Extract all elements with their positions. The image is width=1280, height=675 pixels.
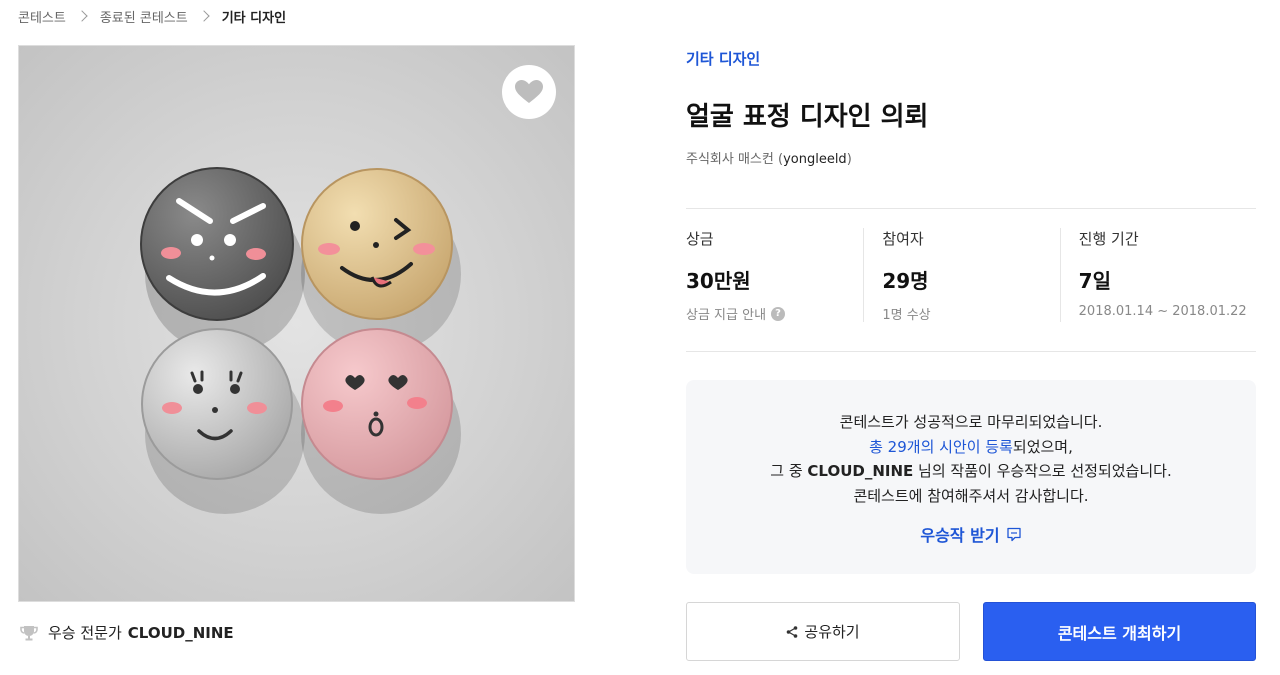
emoji-badges-illustration bbox=[140, 167, 461, 514]
stat-participants-label: 참여자 bbox=[882, 230, 924, 248]
breadcrumb-contest[interactable]: 콘테스트 bbox=[18, 7, 66, 26]
winner-info: 우승 전문가 CLOUD_NINE bbox=[20, 622, 234, 643]
notice-line-3: 그 중 CLOUD_NINE 님의 작품이 우승작으로 선정되었습니다. bbox=[686, 459, 1256, 484]
notice-line-1: 콘테스트가 성공적으로 마무리되었습니다. bbox=[839, 413, 1103, 431]
divider bbox=[686, 351, 1256, 352]
question-icon[interactable]: ? bbox=[771, 306, 786, 321]
chevron-right-icon bbox=[76, 10, 88, 22]
contest-complete-notice: 콘테스트가 성공적으로 마무리되었습니다. 총 29개의 시안이 등록되었으며,… bbox=[686, 380, 1256, 574]
notice-line-4: 콘테스트에 참여해주셔서 감사합니다. bbox=[853, 486, 1089, 505]
stat-period: 진행 기간 7일 2018.01.14 ~ 2018.01.22 bbox=[1059, 228, 1256, 324]
host-contest-button[interactable]: 콘테스트 개최하기 bbox=[983, 602, 1256, 661]
notice-line-3-pre: 그 중 bbox=[770, 462, 808, 480]
notice-line-2: 총 29개의 시안이 등록되었으며, bbox=[686, 435, 1256, 460]
stat-period-label: 진행 기간 bbox=[1078, 230, 1139, 248]
contest-image[interactable] bbox=[18, 45, 575, 602]
breadcrumb: 콘테스트 종료된 콘테스트 기타 디자인 bbox=[18, 6, 286, 26]
chat-bubble-icon bbox=[1006, 527, 1022, 542]
receive-label: 우승작 받기 bbox=[920, 526, 1000, 545]
trophy-icon bbox=[20, 625, 38, 641]
stat-participants-sub: 1명 수상 bbox=[882, 308, 931, 323]
stat-prize: 상금 30만원 상금 지급 안내 ? bbox=[686, 228, 863, 324]
host-id[interactable]: yongleeld bbox=[783, 152, 847, 167]
stat-prize-label: 상금 bbox=[686, 230, 714, 248]
contest-host: 주식회사 매스컨 (yongleeld) bbox=[686, 148, 852, 167]
contest-stats: 상금 30만원 상금 지급 안내 ? 참여자 29명 1명 수상 진행 기간 7… bbox=[686, 228, 1256, 324]
stat-participants-value: 29명 bbox=[882, 269, 929, 293]
host-id-close: ) bbox=[846, 152, 852, 167]
host-contest-label: 콘테스트 개최하기 bbox=[1057, 623, 1182, 643]
divider bbox=[686, 208, 1256, 209]
notice-line-2-rest: 되었으며, bbox=[1012, 437, 1073, 456]
breadcrumb-current: 기타 디자인 bbox=[221, 10, 287, 26]
stat-prize-value: 30만원 bbox=[686, 269, 751, 293]
breadcrumb-ended-contest[interactable]: 종료된 콘테스트 bbox=[100, 7, 188, 26]
receive-winning-work-button[interactable]: 우승작 받기 bbox=[920, 522, 1021, 546]
share-label: 공유하기 bbox=[804, 623, 860, 641]
heart-icon bbox=[515, 80, 543, 103]
host-company: 주식회사 매스컨 bbox=[686, 152, 774, 167]
stat-period-sub: 2018.01.14 ~ 2018.01.22 bbox=[1078, 304, 1247, 319]
contest-category[interactable]: 기타 디자인 bbox=[686, 48, 760, 69]
favorite-button[interactable] bbox=[502, 65, 556, 119]
winner-name[interactable]: CLOUD_NINE bbox=[128, 624, 234, 642]
notice-line-3-post: 님의 작품이 우승작으로 선정되었습니다. bbox=[913, 462, 1172, 480]
contest-title: 얼굴 표정 디자인 의뢰 bbox=[686, 102, 929, 132]
share-icon bbox=[786, 625, 798, 638]
chevron-right-icon bbox=[198, 10, 210, 22]
share-button[interactable]: 공유하기 bbox=[686, 602, 960, 661]
stat-participants: 참여자 29명 1명 수상 bbox=[863, 228, 1059, 324]
submissions-link[interactable]: 총 29개의 시안이 등록 bbox=[869, 438, 1013, 456]
prize-payment-info[interactable]: 상금 지급 안내 ? bbox=[686, 304, 863, 323]
stat-prize-sub: 상금 지급 안내 bbox=[686, 308, 767, 323]
notice-winner-name: CLOUD_NINE bbox=[807, 462, 914, 480]
winner-label: 우승 전문가 bbox=[48, 624, 122, 642]
stat-period-value: 7일 bbox=[1078, 269, 1111, 293]
